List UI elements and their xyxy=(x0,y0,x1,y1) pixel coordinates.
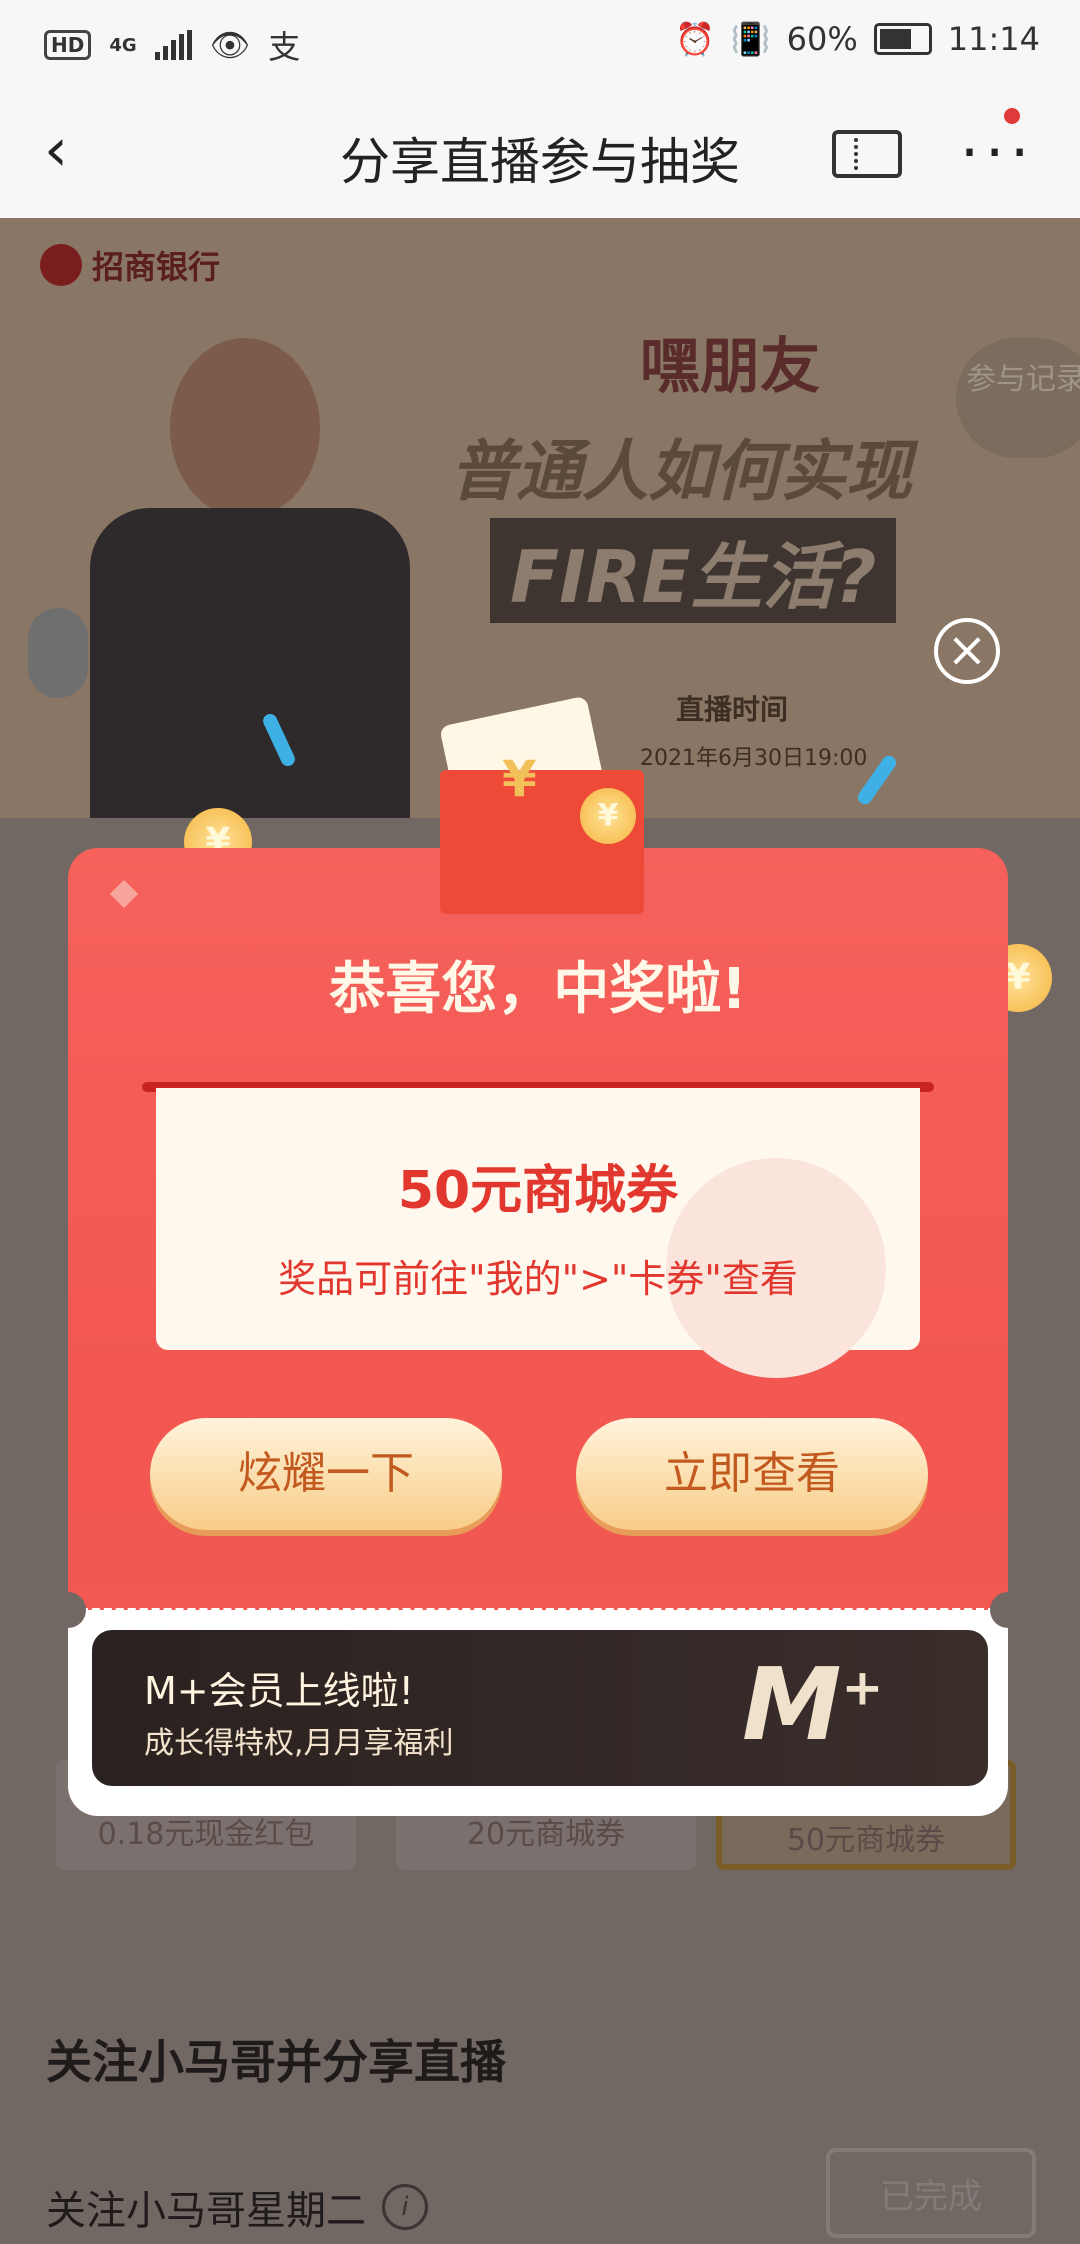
host-body xyxy=(90,508,410,818)
nav-bar: ‹ 分享直播参与抽奖 ··· xyxy=(0,84,1080,219)
info-icon[interactable]: i xyxy=(382,2184,428,2230)
perforation-divider xyxy=(68,1608,1008,1612)
headline-2: FIRE生活? xyxy=(490,518,897,623)
section-title: 关注小马哥并分享直播 xyxy=(46,2035,506,2089)
vibrate-icon: 📳 xyxy=(730,20,771,58)
mplus-member-banner[interactable]: M+会员上线啦! 成长得特权,月月享福利 M+ xyxy=(92,1630,988,1786)
page-title: 分享直播参与抽奖 xyxy=(340,133,740,191)
status-bar: HD 4G 👁 支 ⏰ 📳 60% 11:14 xyxy=(0,0,1080,84)
air-time-value: 2021年6月30日19:00 xyxy=(640,746,868,771)
host-head xyxy=(170,338,320,518)
record-button[interactable]: 参与记录 xyxy=(956,338,1080,458)
ticket-notch xyxy=(990,1592,1026,1628)
task-label: 关注小马哥星期二 xyxy=(46,2188,366,2234)
bank-name: 招商银行 xyxy=(92,248,221,286)
host-photo xyxy=(90,338,410,818)
bank-logo-icon xyxy=(40,244,82,286)
sparkle-icon xyxy=(109,879,139,909)
headline-1: 普通人如何实现 xyxy=(450,433,912,510)
ticket-notch xyxy=(50,1592,86,1628)
battery-icon xyxy=(873,23,932,55)
task-row: 关注小马哥星期二 i xyxy=(46,2178,428,2236)
show-logo: 嘿朋友 xyxy=(640,332,820,402)
prize-hint: 奖品可前往"我的">"卡券"查看 xyxy=(278,1257,798,1301)
hd-indicator: HD xyxy=(44,30,92,60)
coin-icon: ¥ xyxy=(580,788,636,844)
close-icon[interactable]: × xyxy=(934,618,1000,684)
battery-percent: 60% xyxy=(786,20,858,58)
microphone-icon xyxy=(28,608,88,698)
task-done-button[interactable]: 已完成 xyxy=(826,2148,1036,2238)
mplus-logo-plus: + xyxy=(841,1658,884,1717)
notification-dot xyxy=(1004,108,1020,124)
mplus-subtitle: 成长得特权,月月享福利 xyxy=(144,1726,454,1761)
ticket-icon[interactable] xyxy=(832,130,902,178)
congrats-title: 恭喜您，中奖啦! xyxy=(329,957,747,1022)
signal-icon xyxy=(154,30,192,60)
bank-logo: 招商银行 xyxy=(40,242,220,288)
view-now-button[interactable]: 立即查看 xyxy=(576,1418,928,1530)
clock: 11:14 xyxy=(947,20,1040,58)
alarm-icon: ⏰ xyxy=(674,20,715,58)
eye-icon: 👁 xyxy=(209,26,251,64)
prize-name: 50元商城券 xyxy=(397,1161,679,1221)
more-dots-icon[interactable]: ··· xyxy=(960,118,1035,188)
mplus-logo-letter: M xyxy=(742,1646,842,1763)
prize-card: 50元商城券 奖品可前往"我的">"卡券"查看 xyxy=(156,1088,920,1378)
mplus-logo: M+ xyxy=(742,1646,883,1763)
show-off-button[interactable]: 炫耀一下 xyxy=(150,1418,502,1530)
air-time-label: 直播时间 xyxy=(676,693,789,726)
red-envelope-icon: ¥ ¥ xyxy=(439,690,644,914)
network-indicator: 4G xyxy=(109,34,137,56)
mplus-title: M+会员上线啦! xyxy=(144,1669,414,1713)
alipay-icon: 支 xyxy=(268,28,301,66)
yen-icon: ¥ xyxy=(502,750,537,808)
